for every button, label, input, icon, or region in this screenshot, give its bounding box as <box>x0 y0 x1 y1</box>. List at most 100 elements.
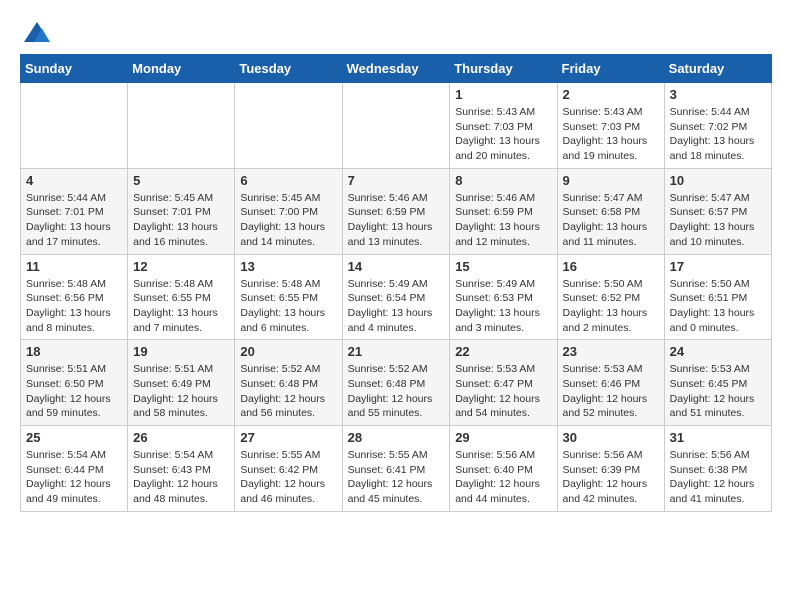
day-info: Sunrise: 5:55 AM Sunset: 6:42 PM Dayligh… <box>240 448 336 507</box>
day-cell: 13 Sunrise: 5:48 AM Sunset: 6:55 PM Dayli… <box>235 254 342 340</box>
day-number: 11 <box>26 259 122 274</box>
day-cell: 24 Sunrise: 5:53 AM Sunset: 6:45 PM Dayli… <box>664 340 771 426</box>
day-info: Sunrise: 5:53 AM Sunset: 6:47 PM Dayligh… <box>455 362 551 421</box>
day-header-tuesday: Tuesday <box>235 55 342 83</box>
day-cell: 15 Sunrise: 5:49 AM Sunset: 6:53 PM Dayli… <box>450 254 557 340</box>
day-info: Sunrise: 5:47 AM Sunset: 6:58 PM Dayligh… <box>563 191 659 250</box>
day-info: Sunrise: 5:47 AM Sunset: 6:57 PM Dayligh… <box>670 191 766 250</box>
day-cell: 19 Sunrise: 5:51 AM Sunset: 6:49 PM Dayli… <box>128 340 235 426</box>
day-cell: 18 Sunrise: 5:51 AM Sunset: 6:50 PM Dayli… <box>21 340 128 426</box>
day-number: 7 <box>348 173 445 188</box>
day-info: Sunrise: 5:52 AM Sunset: 6:48 PM Dayligh… <box>240 362 336 421</box>
day-cell: 16 Sunrise: 5:50 AM Sunset: 6:52 PM Dayli… <box>557 254 664 340</box>
day-header-sunday: Sunday <box>21 55 128 83</box>
day-info: Sunrise: 5:51 AM Sunset: 6:49 PM Dayligh… <box>133 362 229 421</box>
day-cell <box>235 83 342 169</box>
day-cell: 6 Sunrise: 5:45 AM Sunset: 7:00 PM Daylig… <box>235 168 342 254</box>
day-number: 2 <box>563 87 659 102</box>
header <box>20 20 772 44</box>
week-row-1: 1 Sunrise: 5:43 AM Sunset: 7:03 PM Daylig… <box>21 83 772 169</box>
day-number: 18 <box>26 344 122 359</box>
day-cell <box>21 83 128 169</box>
day-cell: 1 Sunrise: 5:43 AM Sunset: 7:03 PM Daylig… <box>450 83 557 169</box>
day-number: 20 <box>240 344 336 359</box>
day-number: 10 <box>670 173 766 188</box>
header-row: SundayMondayTuesdayWednesdayThursdayFrid… <box>21 55 772 83</box>
day-info: Sunrise: 5:56 AM Sunset: 6:39 PM Dayligh… <box>563 448 659 507</box>
day-info: Sunrise: 5:49 AM Sunset: 6:54 PM Dayligh… <box>348 277 445 336</box>
day-cell: 12 Sunrise: 5:48 AM Sunset: 6:55 PM Dayli… <box>128 254 235 340</box>
day-cell: 14Sunrise: 5:49 AM Sunset: 6:54 PM Dayli… <box>342 254 450 340</box>
day-info: Sunrise: 5:50 AM Sunset: 6:52 PM Dayligh… <box>563 277 659 336</box>
day-number: 3 <box>670 87 766 102</box>
day-number: 29 <box>455 430 551 445</box>
day-info: Sunrise: 5:55 AM Sunset: 6:41 PM Dayligh… <box>348 448 445 507</box>
day-number: 30 <box>563 430 659 445</box>
day-info: Sunrise: 5:45 AM Sunset: 7:00 PM Dayligh… <box>240 191 336 250</box>
calendar-table: SundayMondayTuesdayWednesdayThursdayFrid… <box>20 54 772 512</box>
day-header-monday: Monday <box>128 55 235 83</box>
day-info: Sunrise: 5:44 AM Sunset: 7:01 PM Dayligh… <box>26 191 122 250</box>
day-info: Sunrise: 5:45 AM Sunset: 7:01 PM Dayligh… <box>133 191 229 250</box>
day-number: 26 <box>133 430 229 445</box>
day-number: 12 <box>133 259 229 274</box>
day-cell: 2 Sunrise: 5:43 AM Sunset: 7:03 PM Daylig… <box>557 83 664 169</box>
day-cell: 28 Sunrise: 5:55 AM Sunset: 6:41 PM Dayli… <box>342 426 450 512</box>
day-info: Sunrise: 5:46 AM Sunset: 6:59 PM Dayligh… <box>455 191 551 250</box>
day-info: Sunrise: 5:54 AM Sunset: 6:43 PM Dayligh… <box>133 448 229 507</box>
day-info: Sunrise: 5:43 AM Sunset: 7:03 PM Dayligh… <box>563 105 659 164</box>
day-number: 9 <box>563 173 659 188</box>
logo <box>20 20 54 44</box>
day-header-thursday: Thursday <box>450 55 557 83</box>
day-number: 25 <box>26 430 122 445</box>
day-number: 27 <box>240 430 336 445</box>
day-cell: 29Sunrise: 5:56 AM Sunset: 6:40 PM Dayli… <box>450 426 557 512</box>
day-info: Sunrise: 5:48 AM Sunset: 6:55 PM Dayligh… <box>240 277 336 336</box>
day-info: Sunrise: 5:48 AM Sunset: 6:56 PM Dayligh… <box>26 277 122 336</box>
day-number: 23 <box>563 344 659 359</box>
day-number: 16 <box>563 259 659 274</box>
day-header-saturday: Saturday <box>664 55 771 83</box>
week-row-5: 25 Sunrise: 5:54 AM Sunset: 6:44 PM Dayli… <box>21 426 772 512</box>
week-row-2: 4Sunrise: 5:44 AM Sunset: 7:01 PM Daylig… <box>21 168 772 254</box>
day-info: Sunrise: 5:53 AM Sunset: 6:45 PM Dayligh… <box>670 362 766 421</box>
day-info: Sunrise: 5:53 AM Sunset: 6:46 PM Dayligh… <box>563 362 659 421</box>
day-number: 1 <box>455 87 551 102</box>
day-cell <box>128 83 235 169</box>
day-number: 28 <box>348 430 445 445</box>
day-cell: 22 Sunrise: 5:53 AM Sunset: 6:47 PM Dayli… <box>450 340 557 426</box>
day-info: Sunrise: 5:46 AM Sunset: 6:59 PM Dayligh… <box>348 191 445 250</box>
day-cell: 5 Sunrise: 5:45 AM Sunset: 7:01 PM Daylig… <box>128 168 235 254</box>
day-number: 15 <box>455 259 551 274</box>
day-cell: 10 Sunrise: 5:47 AM Sunset: 6:57 PM Dayli… <box>664 168 771 254</box>
day-cell: 25 Sunrise: 5:54 AM Sunset: 6:44 PM Dayli… <box>21 426 128 512</box>
day-info: Sunrise: 5:43 AM Sunset: 7:03 PM Dayligh… <box>455 105 551 164</box>
day-number: 31 <box>670 430 766 445</box>
day-number: 22 <box>455 344 551 359</box>
day-number: 8 <box>455 173 551 188</box>
day-cell: 23 Sunrise: 5:53 AM Sunset: 6:46 PM Dayli… <box>557 340 664 426</box>
day-info: Sunrise: 5:50 AM Sunset: 6:51 PM Dayligh… <box>670 277 766 336</box>
day-info: Sunrise: 5:44 AM Sunset: 7:02 PM Dayligh… <box>670 105 766 164</box>
day-number: 6 <box>240 173 336 188</box>
day-cell: 31 Sunrise: 5:56 AM Sunset: 6:38 PM Dayli… <box>664 426 771 512</box>
day-info: Sunrise: 5:49 AM Sunset: 6:53 PM Dayligh… <box>455 277 551 336</box>
day-cell <box>342 83 450 169</box>
day-cell: 30 Sunrise: 5:56 AM Sunset: 6:39 PM Dayli… <box>557 426 664 512</box>
day-info: Sunrise: 5:56 AM Sunset: 6:38 PM Dayligh… <box>670 448 766 507</box>
day-cell: 11 Sunrise: 5:48 AM Sunset: 6:56 PM Dayli… <box>21 254 128 340</box>
day-cell: 7 Sunrise: 5:46 AM Sunset: 6:59 PM Daylig… <box>342 168 450 254</box>
day-info: Sunrise: 5:48 AM Sunset: 6:55 PM Dayligh… <box>133 277 229 336</box>
day-cell: 26 Sunrise: 5:54 AM Sunset: 6:43 PM Dayli… <box>128 426 235 512</box>
day-number: 17 <box>670 259 766 274</box>
week-row-3: 11 Sunrise: 5:48 AM Sunset: 6:56 PM Dayli… <box>21 254 772 340</box>
day-cell: 4Sunrise: 5:44 AM Sunset: 7:01 PM Daylig… <box>21 168 128 254</box>
day-cell: 17 Sunrise: 5:50 AM Sunset: 6:51 PM Dayli… <box>664 254 771 340</box>
day-info: Sunrise: 5:54 AM Sunset: 6:44 PM Dayligh… <box>26 448 122 507</box>
day-number: 24 <box>670 344 766 359</box>
day-number: 5 <box>133 173 229 188</box>
day-info: Sunrise: 5:51 AM Sunset: 6:50 PM Dayligh… <box>26 362 122 421</box>
day-number: 19 <box>133 344 229 359</box>
day-number: 13 <box>240 259 336 274</box>
day-header-wednesday: Wednesday <box>342 55 450 83</box>
